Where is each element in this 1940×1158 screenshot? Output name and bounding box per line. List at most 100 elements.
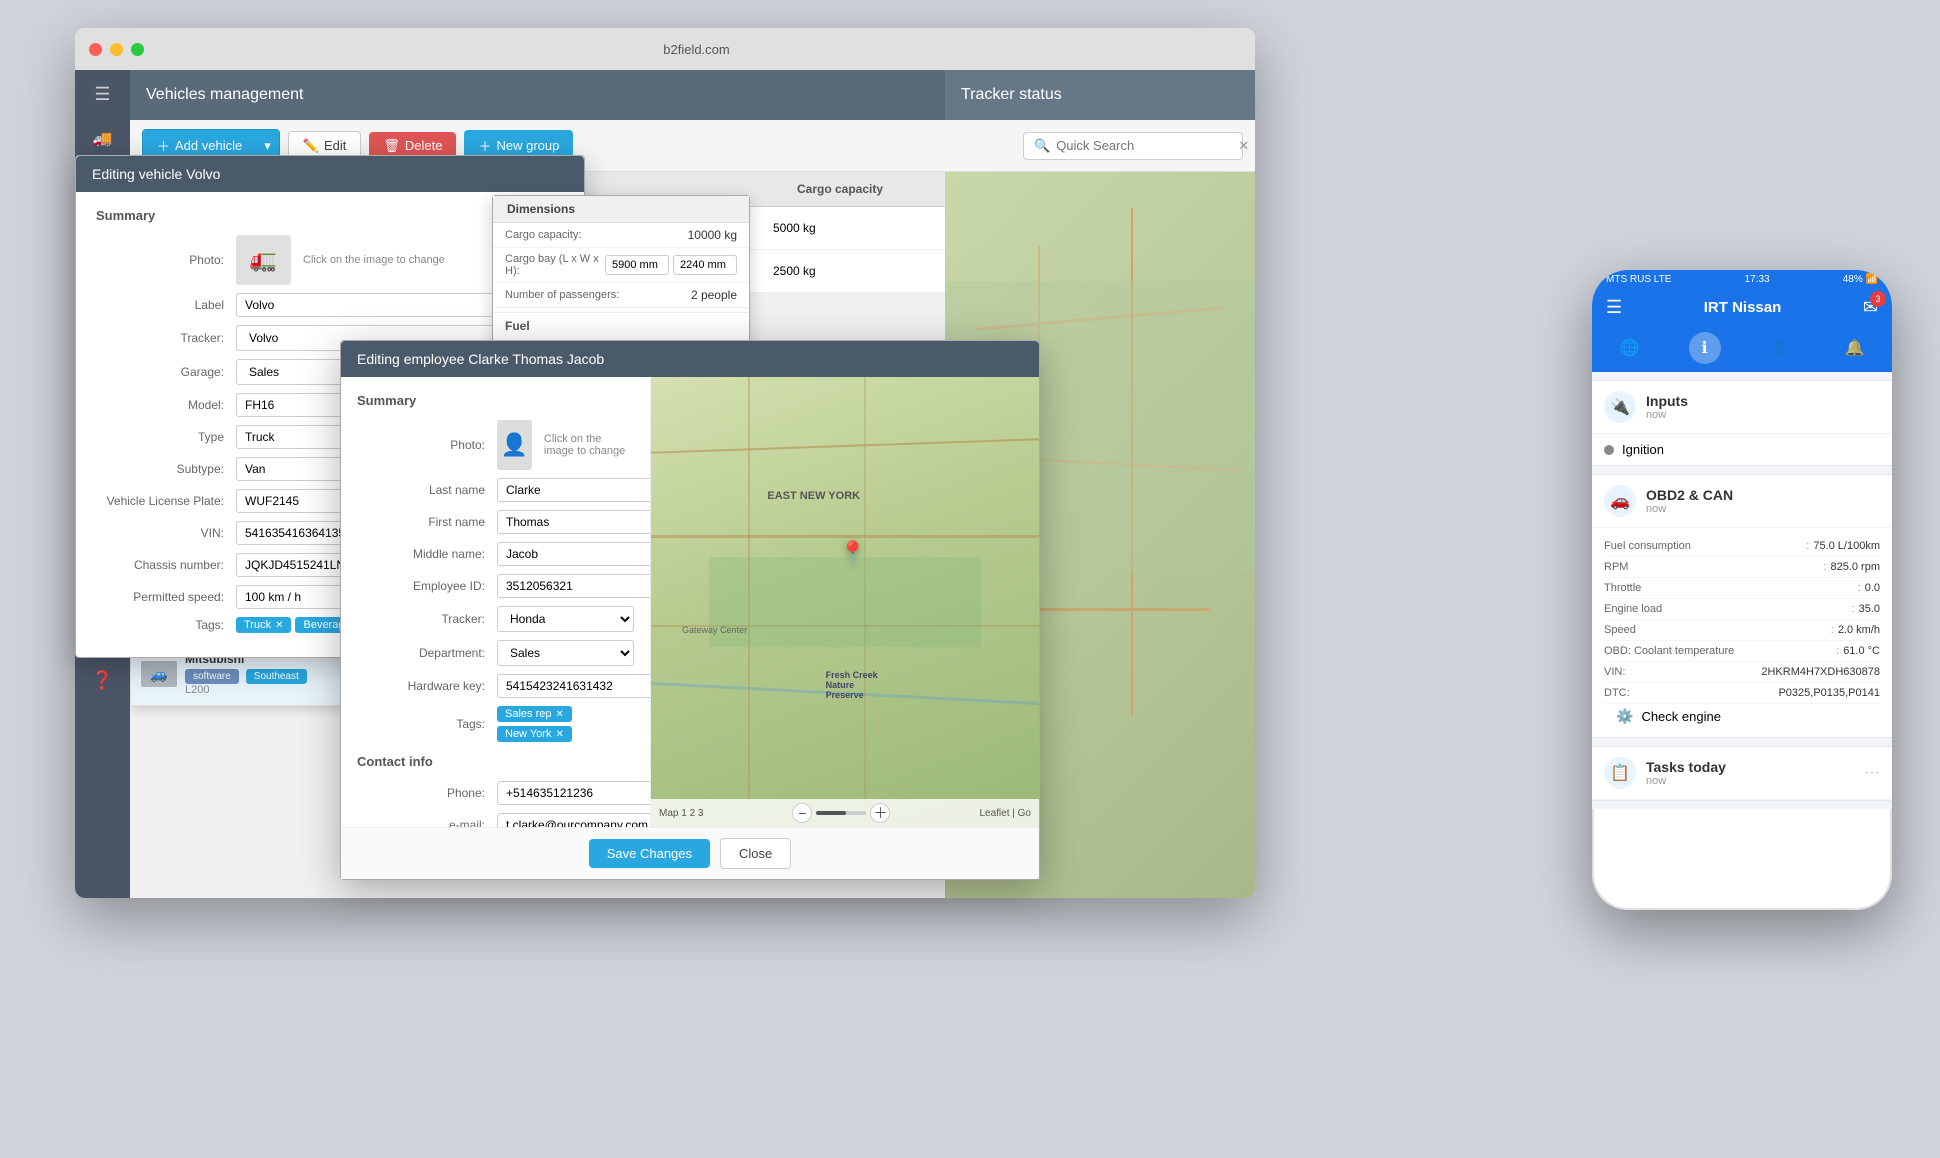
dtc-row: DTC: P0325,P0135,P0141: [1604, 683, 1880, 704]
left-help-icon[interactable]: ❓: [91, 670, 113, 691]
photo-hint: Click on the image to change: [303, 254, 445, 266]
search-icon: 🔍: [1034, 138, 1050, 154]
close-button[interactable]: Close: [720, 838, 791, 869]
phone-input[interactable]: [497, 781, 651, 805]
mitsubishi-info: Mitsubishi software Southeast L200: [185, 652, 311, 696]
speed-label: Speed: [1604, 624, 1827, 636]
tasks-card-info: Tasks today now: [1646, 759, 1726, 787]
fuel-consumption-value: 75.0 L/100km: [1813, 540, 1880, 552]
hardware-key-row: Hardware key:: [357, 674, 634, 698]
employee-id-row: Employee ID:: [357, 574, 634, 598]
map-attribution: Leaflet | Go: [979, 808, 1031, 819]
employee-tracker-select[interactable]: Honda: [497, 606, 634, 632]
hardware-key-input[interactable]: [497, 674, 651, 698]
phone-carrier: MTS RUS LTE: [1606, 274, 1671, 285]
vin-row: VIN: 2HKRM4H7XDH630878: [1604, 662, 1880, 683]
throttle-row: Throttle : 0.0: [1604, 578, 1880, 599]
vehicle-capacity: 2500 kg: [773, 264, 933, 278]
tab-person[interactable]: 👤: [1764, 332, 1796, 364]
plus-icon: ＋: [157, 136, 170, 155]
trash-icon: 🗑: [383, 138, 400, 154]
tag-southeast: Southeast: [246, 669, 307, 684]
tag-truck: Truck ✕: [236, 617, 291, 633]
last-name-row: Last name: [357, 478, 634, 502]
subtype-field-label: Subtype:: [96, 462, 236, 476]
phone-navbar: ☰ IRT Nissan ✉ 3: [1592, 289, 1892, 326]
employee-tracker-row: Tracker: Honda: [357, 606, 634, 632]
cargo-bay-row: Cargo bay (L x W x H):: [493, 248, 749, 283]
map-footer: Map 1 2 3 − ＋ Leaflet | Go: [651, 799, 1039, 827]
passengers-row: Number of passengers: 2 people: [493, 283, 749, 308]
tasks-more-icon[interactable]: ···: [1864, 764, 1880, 782]
phone-hamburger-icon[interactable]: ☰: [1606, 297, 1622, 318]
photo-area[interactable]: 🚛 Click on the image to change: [236, 235, 445, 285]
zoom-slider[interactable]: [816, 811, 866, 815]
tab-bell[interactable]: 🔔: [1839, 332, 1871, 364]
tag-software: software: [185, 669, 239, 684]
search-input[interactable]: [1056, 138, 1232, 153]
employee-tags-container: Sales rep ✕ New York ✕: [497, 706, 634, 742]
remove-tag-newyork[interactable]: ✕: [555, 729, 563, 740]
edit-employee-dialog: Editing employee Clarke Thomas Jacob Sum…: [340, 340, 1040, 880]
dimensions-tab[interactable]: Dimensions: [493, 196, 749, 223]
phone-time: 17:33: [1745, 274, 1770, 285]
cargo-bay-width[interactable]: [673, 255, 737, 275]
employee-tracker-label: Tracker:: [357, 612, 497, 626]
cargo-bay-length[interactable]: [605, 255, 669, 275]
label-field-label: Label: [96, 298, 236, 312]
first-name-input[interactable]: [497, 510, 651, 534]
search-box[interactable]: 🔍 ✕: [1023, 132, 1243, 160]
middle-name-input[interactable]: [497, 542, 651, 566]
mobile-phone: MTS RUS LTE 17:33 48% 📶 ☰ IRT Nissan ✉ 3…: [1592, 270, 1892, 910]
email-input[interactable]: [497, 813, 651, 827]
phone-battery: 48% 📶: [1843, 274, 1878, 285]
type-field-label: Type: [96, 430, 236, 444]
phone-title: IRT Nissan: [1704, 299, 1782, 316]
coolant-temp-row: OBD: Coolant temperature : 61.0 °C: [1604, 641, 1880, 662]
ignition-label: Ignition: [1622, 442, 1664, 457]
hamburger-icon[interactable]: ☰: [94, 84, 110, 105]
vehicle-photo[interactable]: 🚛: [236, 235, 291, 285]
coolant-temp-label: OBD: Coolant temperature: [1604, 645, 1832, 657]
minimize-traffic-light[interactable]: [110, 43, 123, 56]
employee-photo-label: Photo:: [357, 438, 497, 452]
first-name-row: First name: [357, 510, 634, 534]
remove-tag-truck[interactable]: ✕: [275, 620, 283, 631]
throttle-label: Throttle: [1604, 582, 1854, 594]
remove-tag-salesrep[interactable]: ✕: [555, 709, 563, 720]
cargo-bay-label: Cargo bay (L x W x H):: [505, 253, 605, 277]
truck-icon[interactable]: 🚚: [87, 123, 119, 155]
zoom-in-button[interactable]: ＋: [870, 803, 890, 823]
tags-field-label: Tags:: [96, 618, 236, 632]
tab-globe[interactable]: 🌐: [1614, 332, 1646, 364]
obd2-subtitle: now: [1646, 503, 1733, 515]
cargo-capacity-value: 10000 kg: [688, 228, 737, 242]
url-bar[interactable]: b2field.com: [152, 42, 1241, 57]
tasks-card-header: 📋 Tasks today now ···: [1592, 747, 1892, 800]
obd2-card-info: OBD2 & CAN now: [1646, 487, 1733, 515]
employee-photo-area[interactable]: 👤 Click on the image to change: [497, 420, 634, 470]
top-panel: Vehicles management Tracker status: [130, 70, 1255, 120]
employee-id-input[interactable]: [497, 574, 651, 598]
tab-info[interactable]: ℹ: [1689, 332, 1721, 364]
close-traffic-light[interactable]: [89, 43, 102, 56]
last-name-input[interactable]: [497, 478, 651, 502]
department-row: Department: Sales: [357, 640, 634, 666]
clear-search-icon[interactable]: ✕: [1238, 138, 1249, 154]
tag-new-york: New York ✕: [497, 726, 572, 742]
tracker-header: Tracker status: [945, 70, 1255, 120]
maximize-traffic-light[interactable]: [131, 43, 144, 56]
map-zoom-controls: − ＋: [792, 803, 890, 823]
employee-photo[interactable]: 👤: [497, 420, 532, 470]
department-select[interactable]: Sales: [497, 640, 634, 666]
mitsubishi-model: L200: [185, 684, 311, 696]
save-changes-button[interactable]: Save Changes: [589, 839, 710, 868]
location-marker: 📍: [839, 540, 866, 566]
obd2-card-body: Fuel consumption : 75.0 L/100km RPM : 82…: [1592, 528, 1892, 737]
employee-id-label: Employee ID:: [357, 579, 497, 593]
map-navigation: Map 1 2 3: [659, 808, 703, 819]
map-page-label: Map 1 2 3: [659, 808, 703, 819]
tasks-card-icon: 📋: [1604, 757, 1636, 789]
zoom-out-button[interactable]: −: [792, 803, 812, 823]
map-label: Gateway Center: [682, 625, 747, 635]
